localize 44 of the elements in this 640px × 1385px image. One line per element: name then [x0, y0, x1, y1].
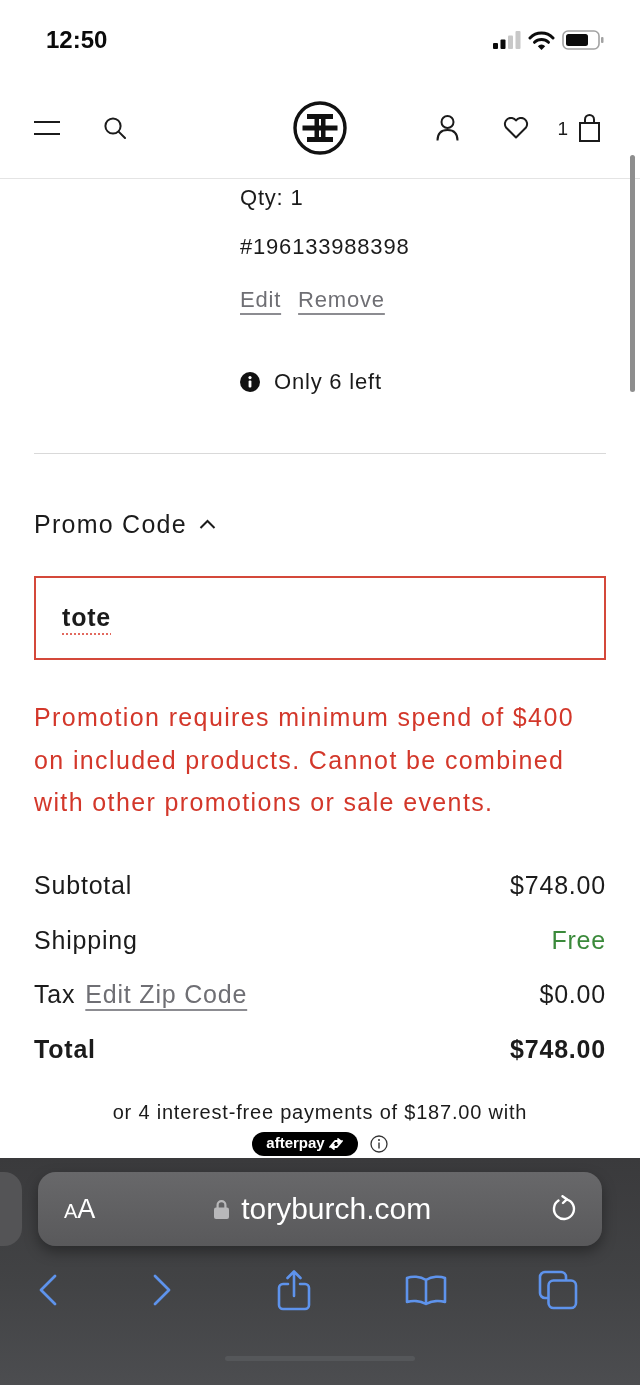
stock-notice: Only 6 left — [274, 368, 382, 396]
battery-icon — [562, 30, 604, 50]
text-size-button[interactable]: AA — [64, 1195, 96, 1223]
summary-label: Total — [34, 1033, 96, 1065]
bag-icon[interactable] — [579, 114, 600, 142]
arrows-icon — [327, 1137, 344, 1150]
afterpay-badge[interactable]: afterpay — [252, 1131, 358, 1156]
edit-link[interactable]: Edit — [240, 285, 282, 315]
summary-value: Free — [551, 924, 606, 956]
quantity-text: Qty: 1 — [240, 184, 305, 212]
remove-link[interactable]: Remove — [298, 285, 385, 315]
summary-label: Subtotal — [34, 870, 133, 901]
error-message: Promotion requires minimum spend of $400 on included products. Cannot be combined with other promotions or sale events. — [34, 702, 575, 818]
account-icon[interactable] — [436, 115, 460, 141]
edit-zip-code-link[interactable]: Edit Zip Code — [85, 976, 248, 1014]
tabs-icon[interactable] — [538, 1270, 578, 1310]
afterpay-text: or 4 interest-free payments of $187.00 with — [111, 1099, 529, 1124]
back-icon[interactable] — [39, 1274, 57, 1306]
lock-icon — [214, 1199, 230, 1219]
forward-icon[interactable] — [153, 1274, 171, 1306]
sku-text: #196133988398 — [240, 233, 411, 261]
reload-icon[interactable] — [550, 1195, 578, 1223]
logo-icon[interactable] — [293, 101, 347, 155]
info-icon[interactable] — [369, 1134, 388, 1153]
url-text: toryburch.com — [241, 1194, 432, 1224]
summary-label: Tax — [34, 979, 76, 1010]
badge-text: afterpay — [266, 1133, 325, 1154]
search-icon[interactable] — [104, 117, 126, 139]
address-bar[interactable]: AA toryburch.com — [38, 1172, 602, 1246]
summary-label: Shipping — [34, 924, 138, 956]
promo-code-toggle[interactable]: Promo Code — [34, 507, 216, 541]
promo-code-field[interactable]: tote — [34, 576, 606, 660]
menu-icon[interactable] — [34, 121, 60, 135]
book-icon[interactable] — [405, 1274, 447, 1306]
summary-value: $748.00 — [510, 870, 606, 901]
wifi-icon — [528, 30, 555, 50]
summary-value: $748.00 — [510, 1033, 606, 1065]
info-icon — [240, 372, 260, 392]
signal-icon — [493, 31, 521, 49]
cart-count: 1 — [557, 118, 568, 138]
status-time: 12:50 — [46, 25, 108, 55]
summary-value: $0.00 — [539, 979, 606, 1010]
share-icon[interactable] — [277, 1269, 311, 1311]
heart-icon[interactable] — [503, 117, 530, 139]
